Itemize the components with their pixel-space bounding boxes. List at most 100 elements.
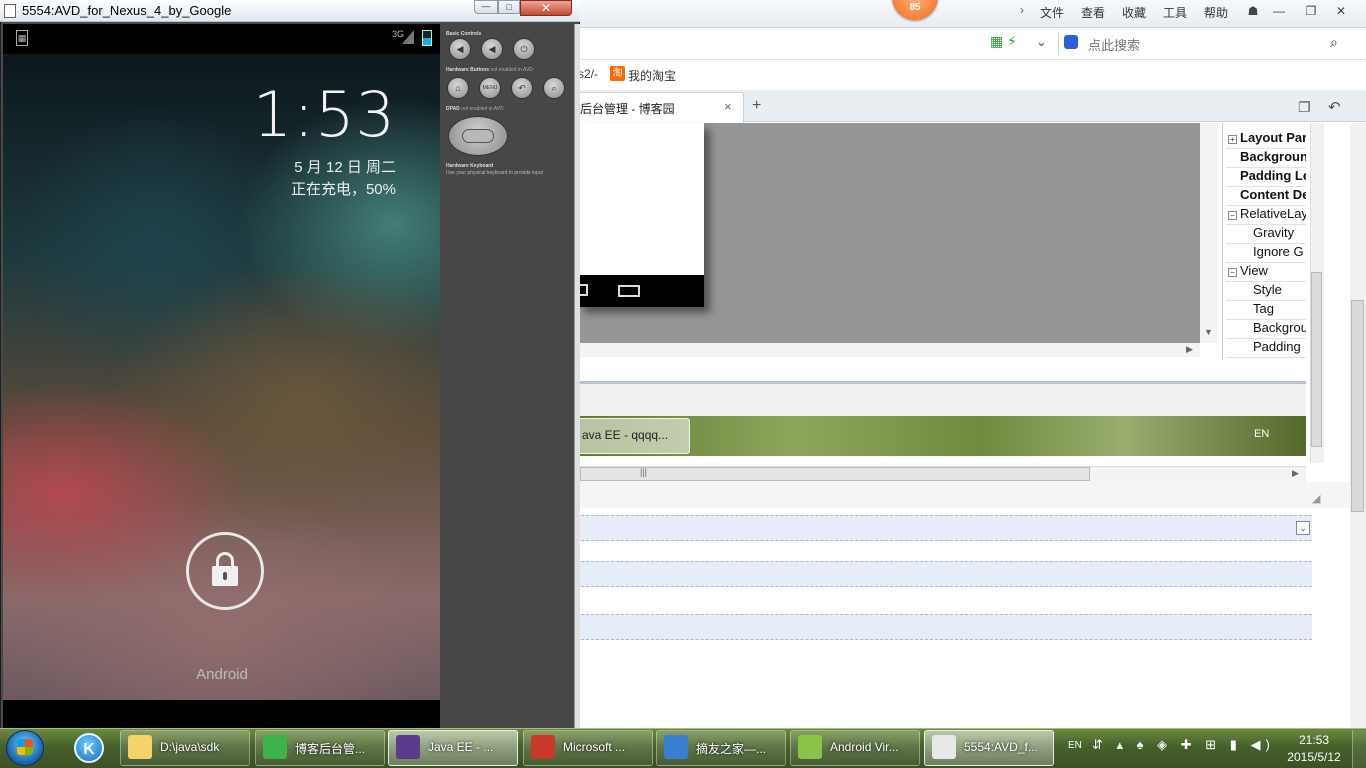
- collapse-icon[interactable]: ⌄: [1296, 521, 1310, 535]
- notes-icon: [664, 735, 688, 759]
- power-icon[interactable]: ⏻: [513, 38, 535, 60]
- qr-lightning-icon[interactable]: ▦ ⚡: [990, 33, 1017, 50]
- canvas-vertical-scrollbar[interactable]: [1200, 123, 1218, 343]
- tab-list-icon[interactable]: ❐: [1298, 99, 1311, 116]
- basic-controls-heading: Basic Controls: [446, 31, 482, 37]
- hardware-keyboard-heading: Hardware Keyboard: [446, 163, 494, 169]
- dpad-center-button[interactable]: [462, 129, 494, 143]
- property-row[interactable]: Layout Par: [1226, 130, 1306, 149]
- home-icon[interactable]: ⌂: [447, 77, 469, 99]
- tab-close-icon[interactable]: ×: [724, 99, 732, 114]
- taskbar-button-label: 5554:AVD_f...: [964, 740, 1038, 754]
- search-engine-icon[interactable]: [1064, 35, 1078, 49]
- property-row[interactable]: Padding Le: [1226, 168, 1306, 187]
- search-icon[interactable]: ⌕: [543, 77, 565, 99]
- tray-icons[interactable]: ⇵ ▴ ♠ ◈ ✚ ⊞ ▮ ◀): [1092, 737, 1275, 753]
- menu-view[interactable]: 查看: [1081, 4, 1105, 21]
- scroll-grip-icon: |||: [640, 467, 648, 477]
- eclipse-icon: [396, 735, 420, 759]
- dpad-heading: DPAD not enabled in AVD: [446, 106, 504, 112]
- back-icon[interactable]: ↶: [511, 77, 533, 99]
- menu-chevron-icon[interactable]: ›: [1020, 3, 1024, 17]
- hardware-keyboard-note: Use your physical keyboard to provide in…: [446, 170, 543, 176]
- taobao-icon: 淘: [610, 66, 625, 81]
- notification-icon: ▦: [16, 30, 28, 46]
- search-input[interactable]: 点此搜索: [1088, 35, 1140, 54]
- new-tab-button[interactable]: +: [752, 97, 761, 115]
- windows-logo-icon: [17, 739, 33, 755]
- menu-help[interactable]: 帮助: [1204, 4, 1228, 21]
- lock-clock: 1:53: [252, 78, 396, 151]
- taskbar-button-label: D:\java\sdk: [160, 740, 220, 754]
- clock-date[interactable]: 2015/5/12: [1282, 750, 1346, 764]
- volume-up-icon[interactable]: ◀: [481, 38, 503, 60]
- bookmark-partial[interactable]: s2/-: [578, 67, 598, 81]
- browser-close-button[interactable]: ✕: [1330, 2, 1352, 20]
- expand-toggle-icon[interactable]: +: [1228, 135, 1237, 144]
- menu-favorites[interactable]: 收藏: [1122, 4, 1146, 21]
- undo-close-icon[interactable]: ↶: [1328, 98, 1341, 116]
- property-row[interactable]: Ignore G: [1226, 244, 1306, 263]
- expand-toggle-icon[interactable]: −: [1228, 211, 1237, 220]
- expand-toggle-icon[interactable]: −: [1228, 268, 1237, 277]
- property-row[interactable]: Padding: [1226, 339, 1306, 358]
- menu-button[interactable]: MENU: [479, 77, 501, 99]
- scroll-right-icon[interactable]: ▶: [1292, 468, 1299, 479]
- show-desktop-button[interactable]: [1352, 730, 1366, 768]
- bookmark-taobao[interactable]: 我的淘宝: [628, 67, 676, 84]
- hardware-buttons-heading: Hardware Buttons not enabled in AVD: [446, 67, 533, 73]
- canvas-horizontal-scrollbar[interactable]: [576, 343, 1200, 357]
- emulator-close-button[interactable]: ✕: [520, 0, 572, 16]
- home-icon: [580, 284, 588, 296]
- menu-tools[interactable]: 工具: [1163, 4, 1187, 21]
- property-row[interactable]: Content De: [1226, 187, 1306, 206]
- browser-minimize-button[interactable]: —: [1268, 2, 1290, 20]
- clock-time[interactable]: 21:53: [1290, 733, 1338, 747]
- window-border: [574, 24, 580, 730]
- property-row[interactable]: Tag: [1226, 301, 1306, 320]
- property-row[interactable]: RelativeLay: [1226, 206, 1306, 225]
- device-bottom-bar: [3, 700, 440, 730]
- browser-restore-button[interactable]: ❐: [1300, 2, 1322, 20]
- device-status-bar[interactable]: [3, 24, 440, 54]
- recent-apps-icon: [618, 285, 640, 297]
- properties-scroll-thumb[interactable]: [1311, 272, 1322, 447]
- emulator-icon: [932, 735, 956, 759]
- taskbar-button-label: Java EE - ...: [428, 740, 494, 754]
- dpad-title: DPAD: [446, 106, 460, 112]
- form-row: [576, 614, 1312, 640]
- dpad-note: not enabled in AVD: [461, 106, 504, 112]
- property-row[interactable]: Gravity: [1226, 225, 1306, 244]
- emulator-maximize-button[interactable]: □: [498, 0, 520, 14]
- form-row: [576, 561, 1312, 587]
- search-icon[interactable]: ⌕: [1330, 34, 1338, 51]
- pinned-k-app-icon[interactable]: K: [74, 733, 104, 763]
- folder-icon: [128, 735, 152, 759]
- bookmarks-bar: [576, 60, 1366, 90]
- tab-title[interactable]: 后台管理 - 博客园: [580, 100, 675, 117]
- horizontal-scroll-thumb[interactable]: [580, 467, 1090, 481]
- input-language-indicator[interactable]: EN: [1068, 740, 1082, 751]
- hardware-buttons-title: Hardware Buttons: [446, 67, 490, 73]
- hardware-buttons-note: not enabled in AVD: [490, 67, 533, 73]
- device-preview-navbar: [578, 275, 704, 307]
- scroll-right-icon[interactable]: ▶: [1186, 344, 1193, 355]
- property-row[interactable]: View: [1226, 263, 1306, 282]
- page-scroll-thumb[interactable]: [1351, 300, 1364, 512]
- resize-grip-icon[interactable]: ◢: [1312, 492, 1320, 505]
- emulator-minimize-button[interactable]: —: [474, 0, 498, 14]
- signal-icon: [402, 30, 414, 44]
- scroll-down-icon[interactable]: ▼: [1204, 327, 1213, 337]
- inner-tray-lang: EN: [1254, 428, 1270, 440]
- taskbar-button-label: Microsoft ...: [563, 740, 626, 754]
- lock-date: 5 月 12 日 周二: [294, 159, 396, 176]
- window-icon: [4, 4, 16, 18]
- menu-file[interactable]: 文件: [1040, 4, 1064, 21]
- chevron-down-icon[interactable]: ⌄: [1036, 34, 1047, 50]
- volume-down-icon[interactable]: ◀: [449, 38, 471, 60]
- property-row[interactable]: Backgroun: [1226, 149, 1306, 168]
- property-row[interactable]: Style: [1226, 282, 1306, 301]
- property-row[interactable]: Backgrou: [1226, 320, 1306, 339]
- lock-keyhole: [223, 572, 227, 580]
- skin-icon[interactable]: ☗: [1242, 2, 1264, 20]
